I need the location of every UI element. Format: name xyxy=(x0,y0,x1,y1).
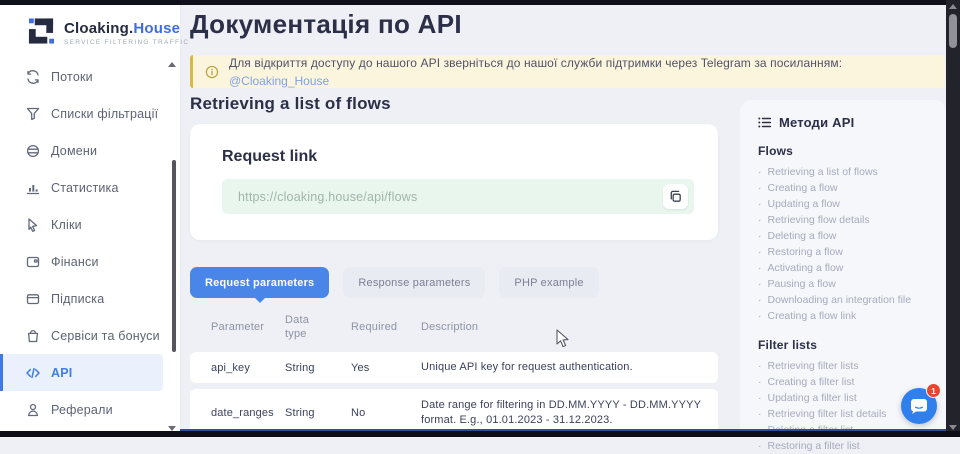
column-header-description: Description xyxy=(421,321,710,333)
method-link[interactable]: Pausing a flow xyxy=(758,276,936,292)
method-link[interactable]: Creating a filter list xyxy=(758,374,936,390)
method-group-title-flows: Flows xyxy=(758,144,936,158)
sidebar-item-finances[interactable]: Фінанси xyxy=(0,243,163,280)
info-icon xyxy=(205,65,219,79)
logo[interactable]: Cloaking.House SERVICE FILTERING TRAFFIC xyxy=(28,17,189,46)
list-icon xyxy=(758,116,771,129)
method-link[interactable]: Restoring a flow xyxy=(758,244,936,260)
sidebar-item-label: Статистика xyxy=(51,181,119,195)
method-link[interactable]: Creating a flow xyxy=(758,180,936,196)
method-link[interactable]: Deleting a flow xyxy=(758,228,936,244)
copy-button[interactable] xyxy=(663,184,688,209)
chat-notification-badge: 1 xyxy=(926,383,941,398)
logo-tagline: SERVICE FILTERING TRAFFIC xyxy=(64,39,189,46)
cell-description: Unique API key for request authenticatio… xyxy=(421,360,710,375)
section-title: Retrieving a list of flows xyxy=(190,94,391,114)
table-row: api_key String Yes Unique API key for re… xyxy=(190,352,718,383)
table-header-row: Parameter Data type Required Description xyxy=(190,308,718,346)
code-icon xyxy=(25,365,41,381)
column-header-data-type: Data type xyxy=(285,313,351,342)
request-url-field[interactable]: https://cloaking.house/api/flows xyxy=(222,179,694,214)
sidebar-item-statistics[interactable]: Статистика xyxy=(0,169,163,206)
logo-title: Cloaking.House xyxy=(64,20,189,37)
sidebar-item-label: Реферали xyxy=(51,403,113,417)
cell-data-type: String xyxy=(285,407,351,419)
sidebar: Cloaking.House SERVICE FILTERING TRAFFIC… xyxy=(0,5,180,431)
tab-request-parameters[interactable]: Request parameters xyxy=(190,267,329,298)
column-header-required: Required xyxy=(351,321,421,333)
method-link[interactable]: Retrieving a list of flows xyxy=(758,164,936,180)
methods-panel-title: Методи API xyxy=(779,115,854,130)
method-link[interactable]: Creating a flow link xyxy=(758,308,936,324)
sidebar-item-subscription[interactable]: Підписка xyxy=(0,280,163,317)
api-methods-panel: Методи API Flows Retrieving a list of fl… xyxy=(740,100,946,437)
browser-scrollbar[interactable] xyxy=(946,0,960,437)
sidebar-item-label: API xyxy=(51,366,72,380)
sidebar-item-flows[interactable]: Потоки xyxy=(0,58,163,95)
info-banner: Для відкриття доступу до нашого API звер… xyxy=(190,55,945,88)
chat-bubble-icon xyxy=(910,398,928,415)
globe-icon xyxy=(25,143,41,159)
method-link[interactable]: Activating a flow xyxy=(758,260,936,276)
sidebar-scrollbar-thumb[interactable] xyxy=(172,160,176,352)
method-group-title-filter-lists: Filter lists xyxy=(758,338,936,352)
method-link[interactable]: Updating a flow xyxy=(758,196,936,212)
sidebar-item-label: Списки фільтрації xyxy=(51,107,158,121)
sidebar-nav: Потоки Списки фільтрації Домени Статисти… xyxy=(0,58,180,428)
logo-mark-icon xyxy=(28,17,55,45)
sidebar-item-label: Сервіси та бонуси xyxy=(51,329,160,343)
scroll-down-arrow[interactable] xyxy=(949,425,957,430)
window-bottom-edge xyxy=(0,431,960,437)
sidebar-item-label: Підписка xyxy=(51,292,104,306)
sidebar-item-label: Кліки xyxy=(51,218,82,232)
filter-icon xyxy=(25,106,41,122)
credit-card-icon xyxy=(25,254,41,270)
request-link-title: Request link xyxy=(222,148,317,166)
sidebar-item-label: Потоки xyxy=(51,70,93,84)
browser-scrollbar-thumb[interactable] xyxy=(949,14,957,48)
column-header-parameter: Parameter xyxy=(211,321,285,333)
method-link[interactable]: Downloading an integration file xyxy=(758,292,936,308)
sidebar-item-services-bonuses[interactable]: Сервіси та бонуси xyxy=(0,317,163,354)
user-icon xyxy=(25,402,41,418)
cell-required: Yes xyxy=(351,362,421,374)
sidebar-scroll-up-arrow[interactable] xyxy=(168,62,176,67)
cursor-icon xyxy=(25,217,41,233)
sidebar-item-referrals[interactable]: Реферали xyxy=(0,391,163,428)
method-link[interactable]: Retrieving filter lists xyxy=(758,358,936,374)
cell-required: No xyxy=(351,407,421,419)
shopping-bag-icon xyxy=(25,328,41,344)
tab-response-parameters[interactable]: Response parameters xyxy=(343,267,485,298)
cell-parameter: date_ranges xyxy=(211,407,285,419)
scroll-up-arrow[interactable] xyxy=(949,4,957,9)
method-link[interactable]: Restoring a filter list xyxy=(758,438,936,454)
cell-parameter: api_key xyxy=(211,362,285,374)
copy-icon xyxy=(668,189,683,204)
sidebar-item-clicks[interactable]: Кліки xyxy=(0,206,163,243)
banner-telegram-link[interactable]: @Cloaking_House xyxy=(229,74,329,88)
cell-description: Date range for filtering in DD.MM.YYYY -… xyxy=(421,398,710,428)
tab-php-example[interactable]: PHP example xyxy=(499,267,598,298)
wallet-icon xyxy=(25,291,41,307)
sidebar-item-label: Фінанси xyxy=(51,255,99,269)
page-title: Документація по API xyxy=(190,9,462,40)
sync-icon xyxy=(25,69,41,85)
sidebar-item-label: Домени xyxy=(51,144,97,158)
tab-bar: Request parameters Response parameters P… xyxy=(190,267,599,298)
sidebar-item-filter-lists[interactable]: Списки фільтрації xyxy=(0,95,163,132)
bar-chart-icon xyxy=(25,180,41,196)
request-url: https://cloaking.house/api/flows xyxy=(238,190,663,204)
request-link-card: Request link https://cloaking.house/api/… xyxy=(190,124,718,240)
cell-data-type: String xyxy=(285,362,351,374)
sidebar-item-api[interactable]: API xyxy=(0,354,163,391)
sidebar-item-domains[interactable]: Домени xyxy=(0,132,163,169)
method-link[interactable]: Retrieving flow details xyxy=(758,212,936,228)
flows-method-list: Retrieving a list of flows Creating a fl… xyxy=(758,164,936,324)
banner-text: Для відкриття доступу до нашого API звер… xyxy=(229,56,842,70)
